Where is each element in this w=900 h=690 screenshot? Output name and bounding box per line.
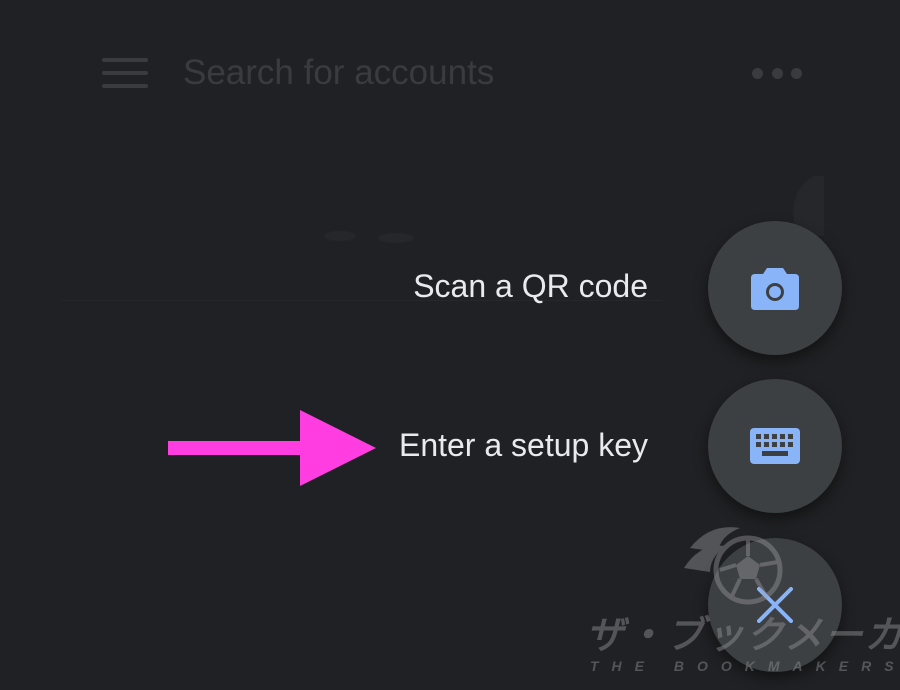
background-illustration	[324, 231, 414, 243]
enter-setup-key-label[interactable]: Enter a setup key	[399, 427, 648, 464]
scan-qr-code-button[interactable]	[708, 221, 842, 355]
camera-icon	[751, 268, 799, 310]
watermark: ザ・ブックメーカーズ THE BOOKMAKERS	[560, 518, 900, 690]
soccer-ball-logo-icon	[684, 527, 783, 605]
authenticator-screen: Scan a QR code Enter a setup key	[0, 0, 900, 690]
app-bar	[0, 0, 900, 140]
keyboard-icon	[750, 428, 800, 464]
hamburger-menu-icon[interactable]	[102, 58, 148, 88]
watermark-subtitle: THE BOOKMAKERS	[590, 658, 900, 674]
search-input[interactable]	[183, 48, 703, 98]
scan-qr-code-label[interactable]: Scan a QR code	[413, 268, 648, 305]
more-horizontal-icon[interactable]	[752, 64, 802, 82]
watermark-title: ザ・ブックメーカーズ	[586, 615, 900, 657]
enter-setup-key-button[interactable]	[708, 379, 842, 513]
arrow-right-icon	[168, 410, 376, 486]
